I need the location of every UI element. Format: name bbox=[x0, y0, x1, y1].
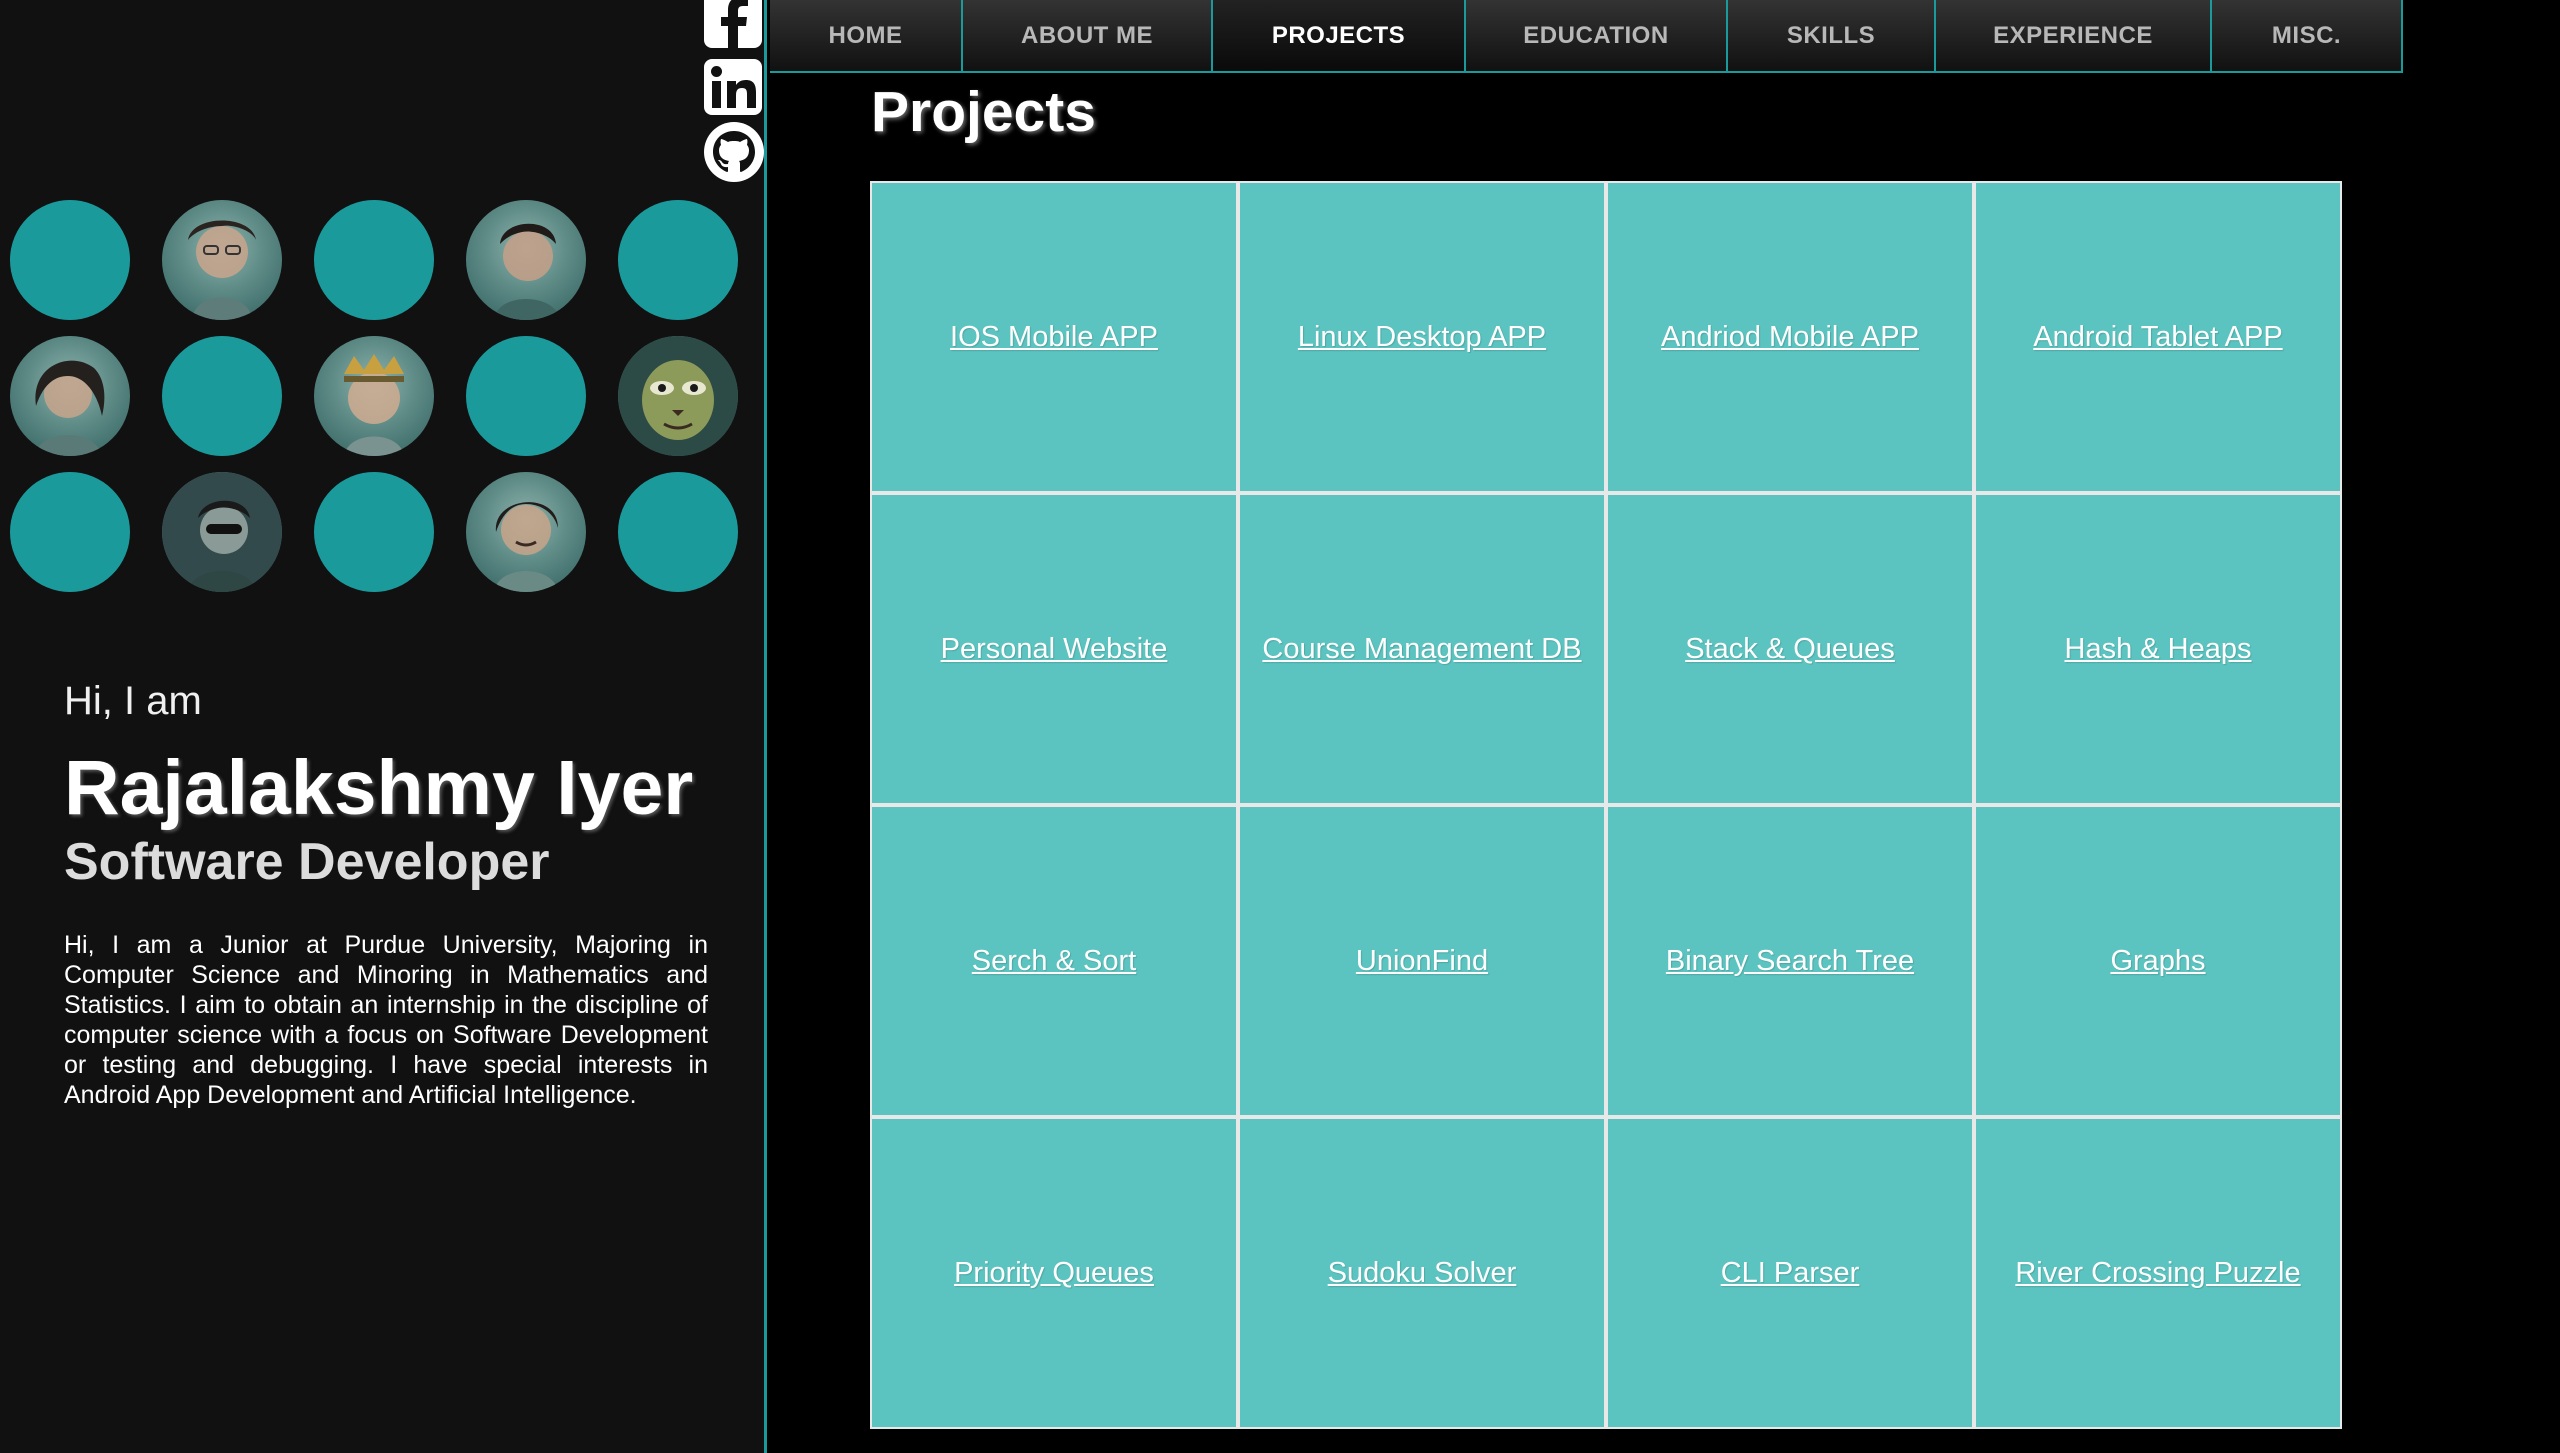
project-link[interactable]: Stack & Queues bbox=[1685, 633, 1895, 666]
top-nav: HOME ABOUT ME PROJECTS EDUCATION SKILLS … bbox=[770, 0, 2403, 73]
project-link[interactable]: Android Tablet APP bbox=[2033, 321, 2282, 354]
project-tile: Stack & Queues bbox=[1608, 495, 1972, 803]
project-link[interactable]: Hash & Heaps bbox=[2065, 633, 2252, 666]
avatar bbox=[314, 336, 434, 456]
facebook-icon[interactable] bbox=[700, 0, 766, 52]
project-link[interactable]: CLI Parser bbox=[1721, 1257, 1860, 1290]
nav-about-me[interactable]: ABOUT ME bbox=[963, 0, 1213, 71]
avatar-placeholder bbox=[618, 472, 738, 592]
project-link[interactable]: River Crossing Puzzle bbox=[2015, 1257, 2300, 1290]
project-link[interactable]: Course Management DB bbox=[1262, 633, 1581, 666]
project-link[interactable]: UnionFind bbox=[1356, 945, 1488, 978]
nav-skills[interactable]: SKILLS bbox=[1728, 0, 1936, 71]
project-link[interactable]: Andriod Mobile APP bbox=[1661, 321, 1919, 354]
intro: Hi, I am Rajalakshmy Iyer Software Devel… bbox=[64, 676, 708, 1110]
avatar-placeholder bbox=[10, 200, 130, 320]
avatar bbox=[466, 472, 586, 592]
project-tile: Graphs bbox=[1976, 807, 2340, 1115]
project-link[interactable]: Sudoku Solver bbox=[1328, 1257, 1517, 1290]
project-link[interactable]: Linux Desktop APP bbox=[1298, 321, 1546, 354]
project-tile: Personal Website bbox=[872, 495, 1236, 803]
avatar bbox=[466, 200, 586, 320]
avatar bbox=[162, 472, 282, 592]
avatar-placeholder bbox=[466, 336, 586, 456]
project-tile: Sudoku Solver bbox=[1240, 1119, 1604, 1427]
profile-bio: Hi, I am a Junior at Purdue University, … bbox=[64, 931, 708, 1109]
avatar bbox=[618, 336, 738, 456]
project-tile: Course Management DB bbox=[1240, 495, 1604, 803]
project-tile: Android Tablet APP bbox=[1976, 183, 2340, 491]
page: Hi, I am Rajalakshmy Iyer Software Devel… bbox=[0, 0, 2560, 1453]
nav-projects[interactable]: PROJECTS bbox=[1213, 0, 1466, 71]
project-tile: Priority Queues bbox=[872, 1119, 1236, 1427]
project-link[interactable]: Graphs bbox=[2110, 945, 2205, 978]
project-link[interactable]: Priority Queues bbox=[954, 1257, 1154, 1290]
linkedin-icon[interactable] bbox=[700, 57, 766, 117]
project-tile: Andriod Mobile APP bbox=[1608, 183, 1972, 491]
project-tile: River Crossing Puzzle bbox=[1976, 1119, 2340, 1427]
profile-name: Rajalakshmy Iyer bbox=[64, 745, 694, 831]
project-tile: Hash & Heaps bbox=[1976, 495, 2340, 803]
nav-home[interactable]: HOME bbox=[770, 0, 963, 71]
project-link[interactable]: IOS Mobile APP bbox=[950, 321, 1158, 354]
avatar-placeholder bbox=[314, 472, 434, 592]
project-tile: Binary Search Tree bbox=[1608, 807, 1972, 1115]
nav-experience[interactable]: EXPERIENCE bbox=[1936, 0, 2212, 71]
avatar-placeholder bbox=[314, 200, 434, 320]
avatar-placeholder bbox=[10, 472, 130, 592]
project-tile: Linux Desktop APP bbox=[1240, 183, 1604, 491]
project-tile: Serch & Sort bbox=[872, 807, 1236, 1115]
avatar-grid bbox=[10, 200, 760, 600]
project-tile: IOS Mobile APP bbox=[872, 183, 1236, 491]
avatar bbox=[162, 200, 282, 320]
project-tile: CLI Parser bbox=[1608, 1119, 1972, 1427]
project-tile: UnionFind bbox=[1240, 807, 1604, 1115]
github-icon[interactable] bbox=[700, 122, 766, 182]
project-link[interactable]: Serch & Sort bbox=[972, 945, 1136, 978]
nav-education[interactable]: EDUCATION bbox=[1466, 0, 1728, 71]
project-grid: IOS Mobile APP Linux Desktop APP Andriod… bbox=[870, 181, 2342, 1429]
profile-sidebar: Hi, I am Rajalakshmy Iyer Software Devel… bbox=[0, 0, 767, 1453]
greeting: Hi, I am bbox=[64, 679, 202, 723]
avatar bbox=[10, 336, 130, 456]
avatar-placeholder bbox=[162, 336, 282, 456]
nav-misc[interactable]: MISC. bbox=[2212, 0, 2403, 71]
project-link[interactable]: Personal Website bbox=[941, 633, 1168, 666]
profile-role: Software Developer bbox=[64, 833, 550, 891]
section-title: Projects bbox=[871, 80, 1096, 144]
project-link[interactable]: Binary Search Tree bbox=[1666, 945, 1914, 978]
avatar-placeholder bbox=[618, 200, 738, 320]
